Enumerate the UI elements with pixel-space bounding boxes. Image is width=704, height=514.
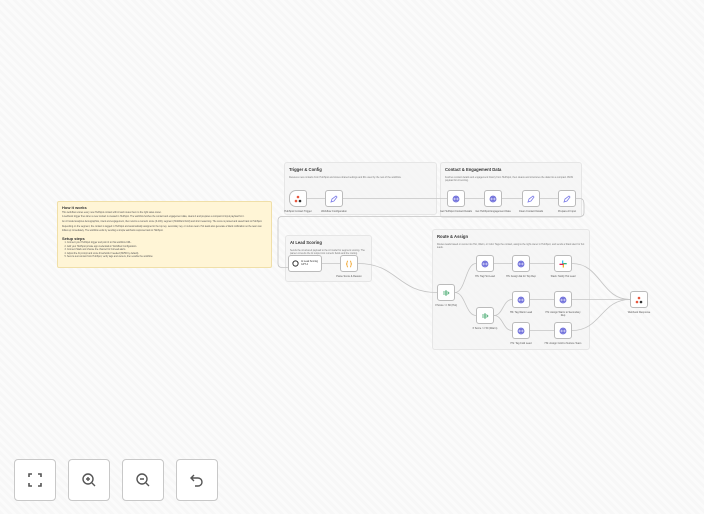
globe-icon [517,296,525,304]
zoom-in-icon [82,473,96,487]
node-label: Webhook Response [627,311,651,314]
node-label: HS: Tag Hot Lead [475,275,495,278]
slack-icon [559,260,567,268]
fit-view-button[interactable] [14,459,56,501]
globe-icon [517,260,525,268]
fit-view-icon [28,473,42,487]
node-assignHot[interactable]: HS: Assign AE for Top Rep [506,255,536,278]
node-label: Get HubSpot Engagement Data [475,210,511,213]
node-label: Prepare AI Input [557,210,577,213]
node-label: Workflow Configuration [321,210,347,213]
node-slack[interactable]: Slack: Notify Hot Lead [551,255,575,278]
node-tagHot[interactable]: HS: Tag Hot Lead [475,255,495,278]
node-parse[interactable]: Parse Score & Reason [336,255,362,278]
pencil-icon [330,194,338,203]
hubspot-icon [635,296,643,304]
globe-icon [559,327,567,335]
node-tagWarm[interactable]: HS: Tag Warm Lead [510,291,532,314]
connection-slack-respond [571,263,631,300]
node-ifWarm[interactable]: If Score >= 50 (Warm) [473,307,497,330]
pencil-icon [563,194,571,203]
node-clean[interactable]: Clean Contact Details [519,190,543,213]
node-label: HS: Assign AE for Top Rep [506,275,536,278]
hubspot-icon [294,195,302,203]
node-ai[interactable]: AI Lead Scoring GPT-4 [288,255,322,272]
node-trigger[interactable]: HubSpot Contact Trigger [284,190,312,213]
globe-icon [559,296,567,304]
if-icon [442,289,450,297]
node-getContact[interactable]: Get HubSpot Contact Details [440,190,472,213]
globe-icon [481,260,489,268]
undo-icon [190,474,203,487]
node-label: HS: Assign Warm to Secondary Rep [545,311,581,317]
zoom-out-button[interactable] [122,459,164,501]
pencil-icon [527,194,535,203]
undo-button[interactable] [176,459,218,501]
node-assignWarm[interactable]: HS: Assign Warm to Secondary Rep [546,291,580,317]
node-label: Get HubSpot Contact Details [439,210,473,213]
node-label: HS: Assign Cold to Nurture Team [544,342,582,345]
node-label: Parse Score & Reason [336,275,362,278]
node-respond[interactable]: Webhook Response [628,291,650,314]
node-label: Slack: Notify Hot Lead [550,275,576,278]
node-label: HS: Tag Warm Lead [509,311,533,314]
node-label: HS: Tag Cold Lead [510,342,532,345]
node-ifHot[interactable]: If Score >= 80 (Hot) [435,284,457,307]
node-config[interactable]: Workflow Configuration [321,190,347,213]
globe-icon [517,327,525,335]
node-label: AI Lead Scoring GPT-4 [301,259,319,266]
zoom-out-icon [136,473,150,487]
if-icon [481,312,489,320]
globe-icon [489,195,497,203]
node-label: If Score >= 80 (Hot) [435,304,457,307]
connection-parse-ifHot [357,263,438,293]
globe-icon [452,195,460,203]
node-label: Clean Contact Details [518,210,544,213]
zoom-in-button[interactable] [68,459,110,501]
node-prep[interactable]: Prepare AI Input [558,190,576,213]
connection-ifHot-tagHot [454,263,477,293]
node-label: HubSpot Contact Trigger [284,210,312,213]
code-icon [345,260,353,268]
node-assignCold[interactable]: HS: Assign Cold to Nurture Team [545,322,581,345]
workflow-canvas[interactable]: How it works This workflow scores every … [0,0,704,514]
node-tagCold[interactable]: HS: Tag Cold Lead [511,322,531,345]
connection-prep-ai [277,198,585,268]
node-label: If Score >= 50 (Warm) [472,327,498,330]
openai-icon [292,260,299,267]
node-getEng[interactable]: Get HubSpot Engagement Data [475,190,511,213]
